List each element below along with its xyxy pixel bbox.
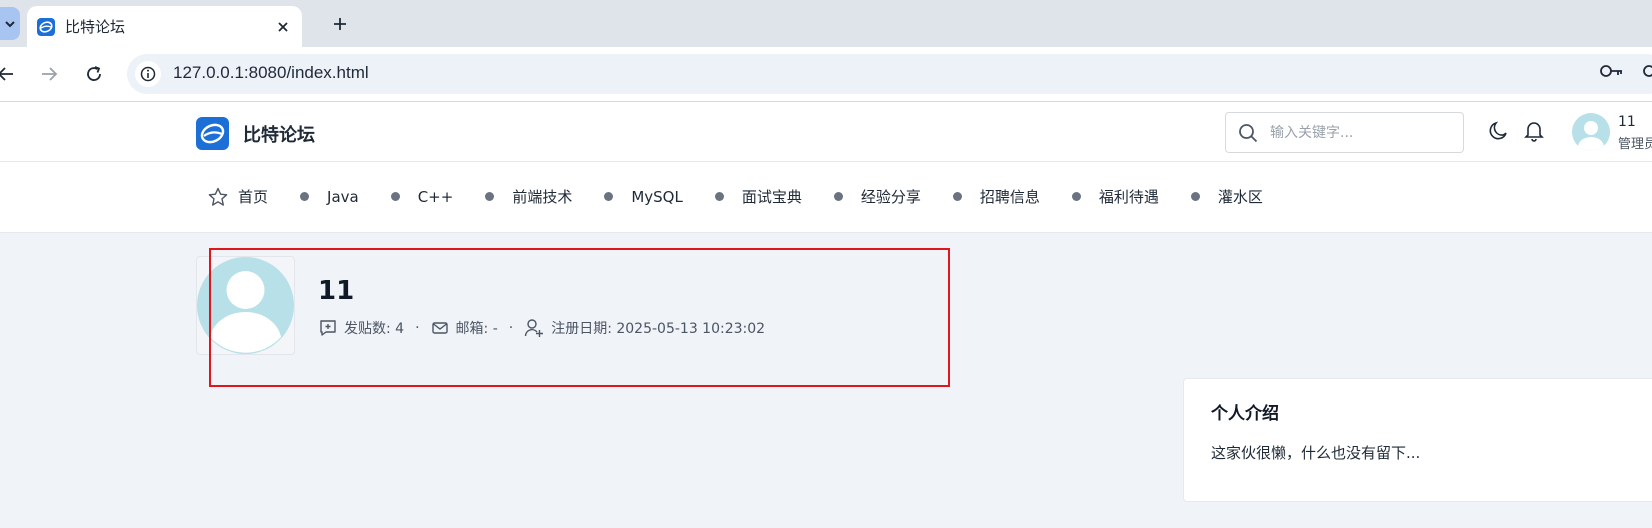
nav-label: Java (327, 187, 359, 206)
nav-item-mysql[interactable]: MySQL (604, 188, 683, 206)
nav-item-chat[interactable]: 灌水区 (1190, 186, 1263, 207)
lens-icon[interactable] (1640, 64, 1652, 80)
search-box[interactable] (1225, 112, 1464, 153)
category-nav: 首页 Java C++ 前端技术 MySQL 面试宝典 经验分享 招聘信息 福利… (0, 162, 1652, 233)
bullet-icon (485, 192, 495, 201)
intro-title: 个人介绍 (1211, 404, 1279, 424)
password-key-icon[interactable] (1600, 64, 1624, 78)
nav-label: 前端技术 (512, 188, 573, 206)
bullet-icon (833, 192, 843, 201)
search-icon (1239, 124, 1258, 143)
nav-label: 福利待遇 (1098, 188, 1159, 206)
back-icon[interactable] (0, 60, 20, 88)
reload-icon[interactable] (80, 60, 108, 88)
new-tab-icon[interactable] (327, 11, 353, 37)
bullet-icon (714, 192, 724, 201)
nav-item-jobs[interactable]: 招聘信息 (952, 186, 1040, 207)
browser-tab-bar: 比特论坛 (0, 0, 1652, 47)
address-bar[interactable]: 127.0.0.1:8080/index.html (127, 54, 1652, 94)
chevron-down-icon (5, 20, 15, 27)
forum-logo-icon[interactable] (196, 117, 229, 150)
nav-item-java[interactable]: Java (300, 188, 359, 206)
bullet-icon (300, 192, 310, 201)
nav-item-experience[interactable]: 经验分享 (833, 186, 921, 207)
intro-card: 个人介绍 这家伙很懒，什么也没有留下... (1183, 378, 1652, 502)
user-name[interactable]: 11 (1618, 114, 1636, 130)
site-header: 比特论坛 11 管理员 (0, 102, 1652, 162)
tab-title: 比特论坛 (65, 18, 126, 36)
url-text: 127.0.0.1:8080/index.html (173, 63, 369, 82)
moon-icon[interactable] (1488, 121, 1508, 141)
avatar[interactable] (1572, 113, 1610, 151)
browser-tab[interactable]: 比特论坛 (27, 6, 302, 47)
nav-item-interview[interactable]: 面试宝典 (714, 186, 802, 207)
bullet-icon (952, 192, 962, 201)
forward-icon[interactable] (35, 60, 63, 88)
site-brand[interactable]: 比特论坛 (243, 121, 315, 147)
bullet-icon (390, 192, 400, 201)
close-tab-icon[interactable] (270, 14, 296, 40)
nav-label: 经验分享 (860, 188, 921, 206)
highlight-annotation (209, 248, 950, 387)
tab-search-button[interactable] (0, 7, 20, 40)
nav-item-frontend[interactable]: 前端技术 (485, 186, 572, 207)
forum-logo-icon (37, 17, 55, 36)
nav-label: C++ (417, 187, 454, 206)
user-role: 管理员 (1618, 137, 1652, 152)
intro-text: 这家伙很懒，什么也没有留下... (1211, 444, 1421, 462)
nav-label: 灌水区 (1217, 188, 1263, 206)
nav-label: MySQL (631, 187, 683, 206)
bell-icon[interactable] (1524, 120, 1544, 142)
bullet-icon (1071, 192, 1081, 201)
nav-label: 首页 (238, 188, 269, 206)
site-info-icon[interactable] (135, 61, 161, 87)
nav-item-cpp[interactable]: C++ (390, 187, 454, 206)
bullet-icon (1190, 192, 1200, 201)
nav-item-welfare[interactable]: 福利待遇 (1071, 186, 1159, 207)
search-input[interactable] (1270, 123, 1455, 143)
star-icon (208, 187, 228, 206)
browser-toolbar: 127.0.0.1:8080/index.html (0, 47, 1652, 102)
bullet-icon (604, 192, 614, 201)
nav-item-home[interactable]: 首页 (208, 186, 268, 207)
nav-label: 招聘信息 (979, 188, 1040, 206)
nav-label: 面试宝典 (741, 188, 802, 206)
